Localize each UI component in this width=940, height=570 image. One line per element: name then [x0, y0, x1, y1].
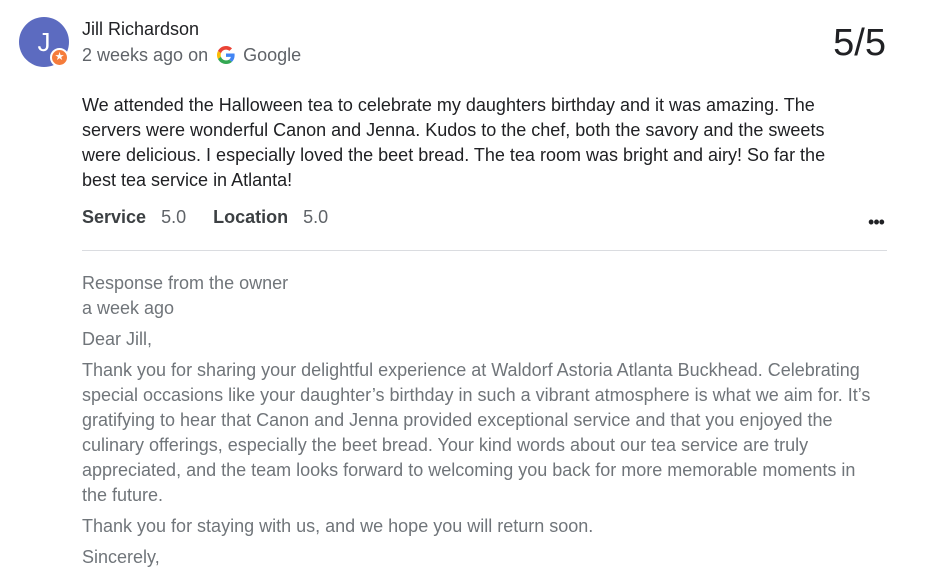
response-greeting: Dear Jill, [82, 329, 153, 349]
more-options-icon[interactable]: ••• [862, 213, 890, 235]
review-time: 2 weeks ago on [82, 45, 209, 65]
reviewer-avatar[interactable]: J ★ [19, 17, 69, 67]
owner-response: Response from the owner a week ago Dear … [82, 271, 882, 570]
rating-label-location: Location [213, 207, 289, 227]
review-source: Google [243, 45, 302, 65]
divider [82, 250, 887, 251]
response-time: a week ago [82, 298, 175, 318]
review-score: 5/5 [833, 22, 886, 64]
category-ratings: Service 5.0 Location 5.0 [82, 207, 350, 228]
star-badge-icon: ★ [50, 48, 69, 67]
response-closing: Thank you for staying with us, and we ho… [82, 516, 594, 536]
response-signoff: Sincerely, [82, 547, 160, 567]
response-heading: Response from the owner [82, 273, 289, 293]
google-logo-icon [217, 46, 235, 64]
review-text: We attended the Halloween tea to celebra… [82, 95, 826, 190]
response-body: Thank you for sharing your delightful ex… [82, 360, 871, 505]
review-meta: 2 weeks ago on Google [82, 45, 301, 66]
rating-value-location: 5.0 [303, 207, 329, 227]
rating-value-service: 5.0 [161, 207, 187, 227]
reviewer-name[interactable]: Jill Richardson [82, 19, 199, 40]
rating-label-service: Service [82, 207, 147, 227]
